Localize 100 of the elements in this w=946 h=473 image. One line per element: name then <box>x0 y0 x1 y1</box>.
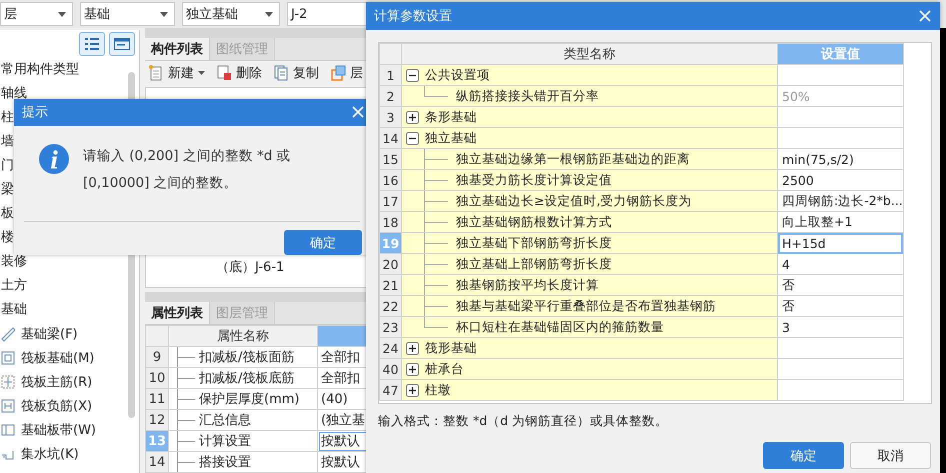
table-cell: 独立基础上部钢筋弯折长度 <box>402 254 778 274</box>
table-cell: 四周钢筋:边长-2*b... <box>778 190 904 212</box>
table-cell: 柱墩 <box>425 382 451 398</box>
dropdown[interactable]: 基础 <box>80 2 175 26</box>
table-cell: 向上取整+1 <box>778 212 904 232</box>
table-cell: 3 <box>778 316 904 338</box>
row-number[interactable]: 10 <box>146 368 168 388</box>
tree-item[interactable]: 基础板带(W) <box>0 418 139 442</box>
collapse-icon[interactable] <box>406 68 419 82</box>
table-cell: 公共设置项 <box>425 66 490 84</box>
input-field[interactable]: H+15d <box>778 232 904 254</box>
row-number[interactable]: 21 <box>380 274 402 296</box>
column-header: 设置值 <box>778 44 904 64</box>
row-number[interactable]: 14 <box>146 452 168 472</box>
tab[interactable]: 属性列表 <box>145 302 210 324</box>
table-cell: 独立基础 <box>425 130 477 146</box>
table-cell: min(75,s/2) <box>778 148 904 170</box>
table-cell: 纵筋搭接接头错开百分率 <box>402 86 778 106</box>
row-number[interactable]: 16 <box>380 170 402 190</box>
row-number[interactable]: 18 <box>380 212 402 232</box>
window-icon <box>114 38 130 50</box>
table-cell: 保护层厚度(mm) <box>168 388 318 410</box>
table-cell: 独立基础钢筋根数计算方式 <box>402 212 778 232</box>
table-cell: 独基与基础梁平行重叠部位是否布置独基钢筋 <box>402 296 778 316</box>
expand-icon[interactable] <box>406 362 419 376</box>
table-cell: 独基钢筋按平均长度计算 <box>402 274 778 296</box>
ok-button[interactable]: 确定 <box>284 230 362 255</box>
table-cell: 独立基础边长≥设定值时,受力钢筋长度为 <box>402 190 778 212</box>
table-cell: 汇总信息 <box>168 410 318 430</box>
table-cell: 扣减板/筏板面筋 <box>168 346 318 368</box>
row-number[interactable]: 14 <box>380 128 402 148</box>
caret-icon <box>58 12 66 16</box>
row-number[interactable]: 15 <box>380 148 402 170</box>
tab[interactable]: 构件列表 <box>145 38 210 60</box>
row-number[interactable]: 47 <box>380 380 402 400</box>
ok-button[interactable]: 确定 <box>763 442 844 469</box>
close-icon[interactable] <box>352 106 364 118</box>
tree-item[interactable]: 筏板基础(M) <box>0 346 139 370</box>
tree-item[interactable]: 土方 <box>0 274 139 298</box>
expand-icon[interactable] <box>406 110 419 124</box>
tree-item[interactable]: 筏板主筋(R) <box>0 370 139 394</box>
row-number[interactable]: 17 <box>380 190 402 212</box>
row-number[interactable]: 22 <box>380 296 402 316</box>
toolbar-button[interactable]: 删除 <box>217 64 262 82</box>
tree-item[interactable]: 集水坑(K) <box>0 442 139 466</box>
row-number[interactable]: 11 <box>146 388 168 410</box>
list-icon <box>85 38 99 50</box>
table-cell: 杯口短柱在基础锚固区内的箍筋数量 <box>402 316 778 338</box>
expand-icon[interactable] <box>406 342 419 354</box>
table-cell: 4 <box>778 254 904 274</box>
table-cell: 扣减板/筏板底筋 <box>168 368 318 388</box>
table-cell: 搭接设置 <box>168 452 318 472</box>
new-document-icon <box>149 64 164 81</box>
collapse-icon[interactable] <box>406 132 419 144</box>
row-number[interactable]: 20 <box>380 254 402 274</box>
table-cell: 否 <box>778 274 904 296</box>
table-cell: 条形基础 <box>425 108 477 126</box>
toolbar-button[interactable]: 新建 <box>149 64 205 82</box>
caret-icon <box>198 70 205 75</box>
caret-icon <box>265 12 273 16</box>
row-number[interactable]: 9 <box>146 346 168 368</box>
table-cell: 计算设置 <box>168 430 318 452</box>
row-number[interactable]: 40 <box>380 358 402 380</box>
toolbar-button[interactable]: 复制 <box>274 64 319 82</box>
table-cell: 2500 <box>778 170 904 190</box>
hint-text: 输入格式：整数 *d（d 为钢筋直径）或具体整数。 <box>378 413 670 430</box>
column-header: 属性名称 <box>168 326 318 346</box>
info-icon <box>39 144 69 174</box>
table-cell: 桩承台 <box>425 360 464 378</box>
delete-icon <box>217 64 232 81</box>
column-header: 类型名称 <box>402 44 778 64</box>
form-view-button[interactable] <box>109 32 135 56</box>
cancel-button[interactable]: 取消 <box>850 442 931 469</box>
row-number[interactable]: 12 <box>146 410 168 430</box>
tree-item[interactable]: 基础梁(F) <box>0 322 139 346</box>
copy-icon <box>274 64 289 81</box>
toolbar-button[interactable]: 层 <box>331 64 363 82</box>
table-cell: 独基受力筋长度计算设定值 <box>402 170 778 190</box>
tree-item[interactable]: 常用构件类型 <box>0 58 139 82</box>
row-number[interactable]: 3 <box>380 106 402 128</box>
pencil-icon <box>1 326 15 342</box>
close-icon[interactable] <box>919 10 931 22</box>
dropdown[interactable]: 层 <box>0 2 73 26</box>
message-text: 请输入 (0,200] 之间的整数 *d 或 [0,10000] 之间的整数。 <box>83 146 292 193</box>
layers-icon <box>331 64 346 81</box>
table-cell: 否 <box>778 296 904 316</box>
expand-icon[interactable] <box>406 384 419 396</box>
tree-item[interactable]: 筏板负筋(X) <box>0 394 139 418</box>
dialog-title: 提示 <box>22 104 48 122</box>
caret-icon <box>160 12 168 16</box>
table-cell: 独立基础下部钢筋弯折长度 <box>402 232 778 254</box>
tree-item[interactable]: 基础 <box>0 298 139 322</box>
row-number[interactable]: 1 <box>380 64 402 86</box>
table-cell: 筏形基础 <box>425 340 477 356</box>
dropdown[interactable]: 独立基础 <box>182 2 280 26</box>
row-number[interactable]: 23 <box>380 316 402 338</box>
list-view-button[interactable] <box>79 32 105 56</box>
table-cell: 50% <box>778 86 904 106</box>
table-cell: 独立基础边缘第一根钢筋距基础边的距离 <box>402 148 778 170</box>
row-number[interactable]: 24 <box>380 338 402 358</box>
